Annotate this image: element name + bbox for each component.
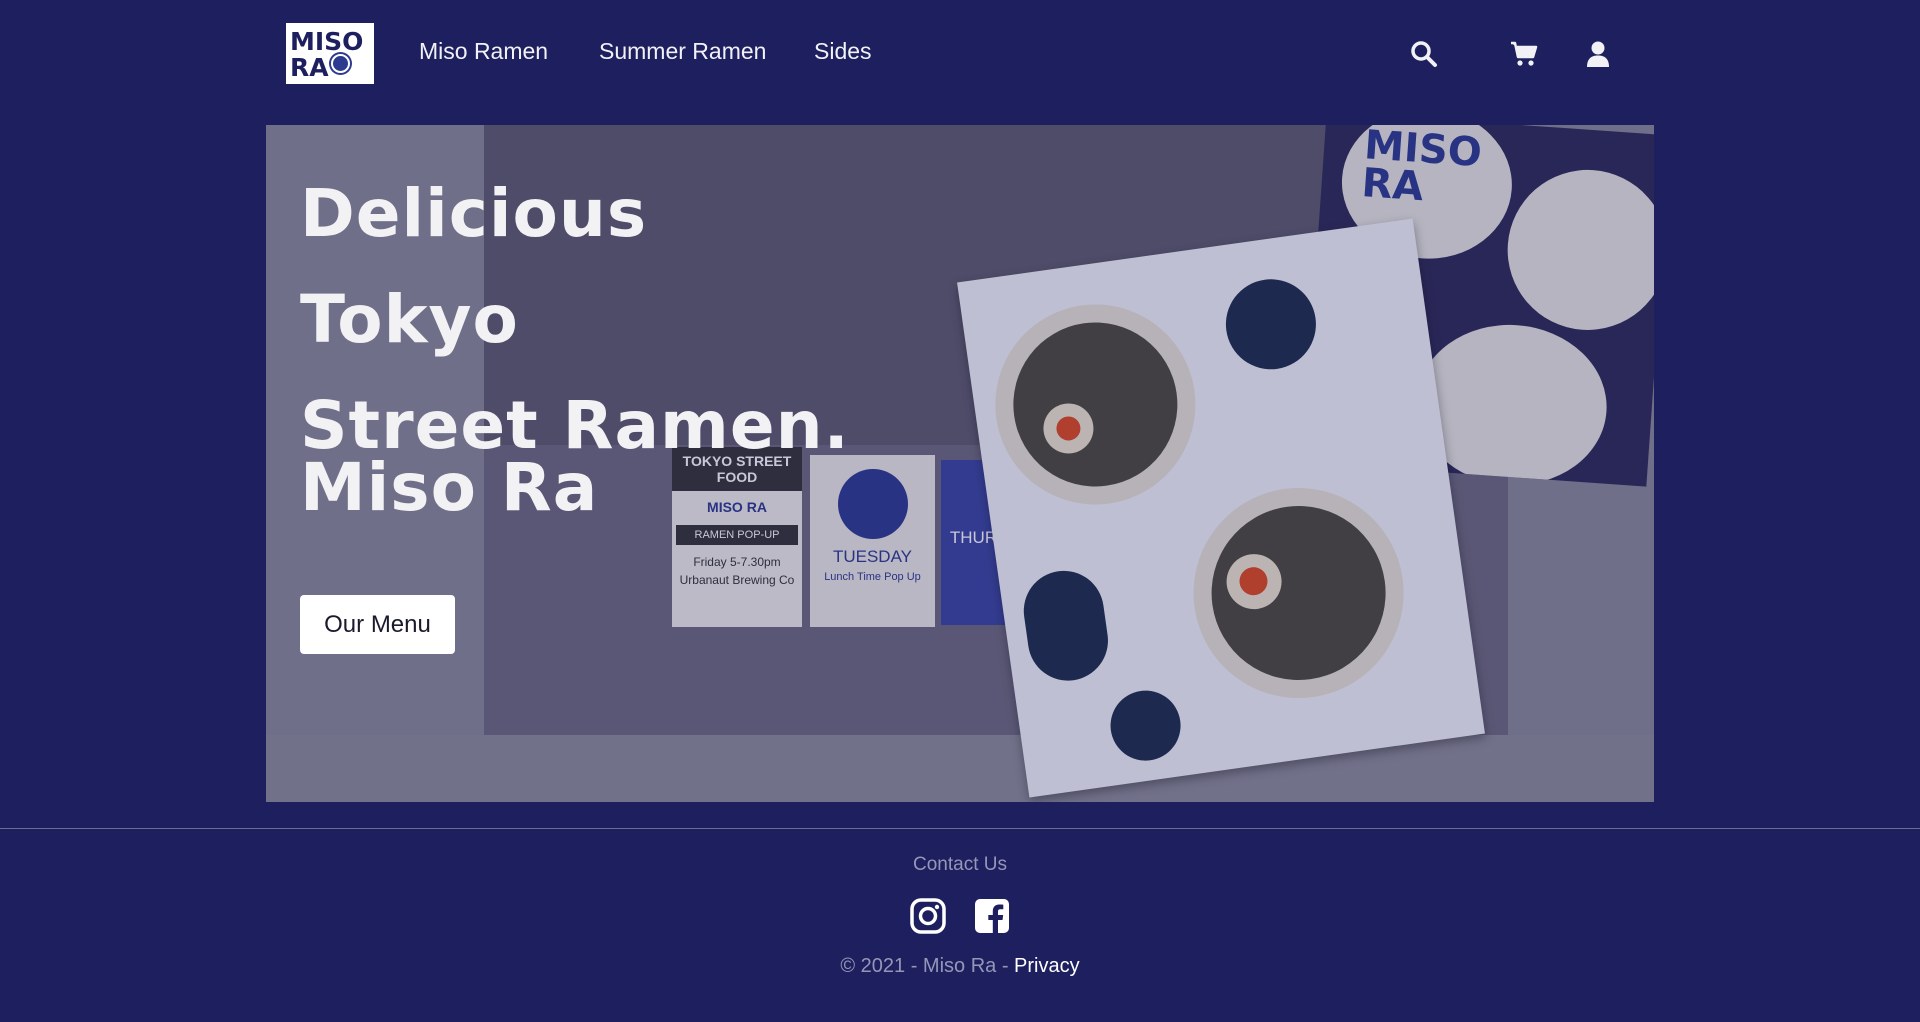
- footer-divider: [0, 828, 1920, 829]
- site-header: MISO RA Miso Ramen Summer Ramen Sides: [0, 0, 1920, 108]
- nav-sides[interactable]: Sides: [814, 38, 872, 65]
- search-icon[interactable]: [1410, 40, 1438, 68]
- instagram-icon[interactable]: [910, 898, 946, 934]
- logo-text-line2: RA: [290, 53, 329, 82]
- cart-icon[interactable]: [1510, 40, 1538, 68]
- user-icon[interactable]: [1584, 40, 1612, 68]
- copyright-text: © 2021 - Miso Ra -: [840, 955, 1015, 977]
- logo-text-line1: MISO: [290, 27, 364, 56]
- copyright-line: © 2021 - Miso Ra - Privacy: [0, 955, 1920, 978]
- facebook-icon[interactable]: [974, 898, 1010, 934]
- our-menu-button[interactable]: Our Menu: [300, 595, 455, 654]
- contact-us-link[interactable]: Contact Us: [0, 854, 1920, 876]
- hero-banner: TOKYO STREET FOOD MISO RA RAMEN POP-UP F…: [266, 125, 1654, 802]
- nav-summer-ramen[interactable]: Summer Ramen: [599, 38, 766, 65]
- hero-title: Delicious Tokyo Street Ramen.: [300, 161, 860, 479]
- nav-miso-ramen[interactable]: Miso Ramen: [419, 38, 548, 65]
- hero-title-line1: Delicious Tokyo: [300, 175, 648, 358]
- privacy-link[interactable]: Privacy: [1014, 955, 1080, 977]
- hero-subtitle: Miso Ra: [300, 449, 599, 526]
- ramen-swirl-icon: [330, 54, 350, 73]
- logo[interactable]: MISO RA: [286, 23, 374, 84]
